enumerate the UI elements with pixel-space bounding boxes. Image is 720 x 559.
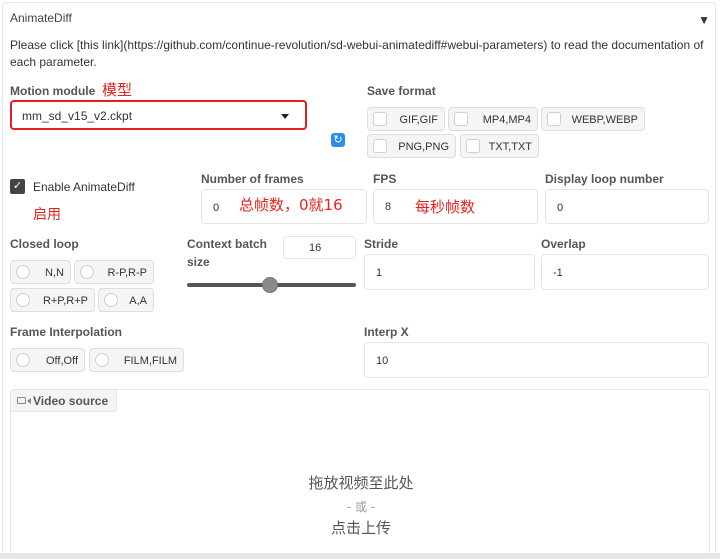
motion-module-value: mm_sd_v15_v2.ckpt (22, 109, 133, 123)
interp-x-label: Interp X (364, 325, 409, 339)
collapse-icon[interactable]: ▼ (698, 13, 710, 27)
save-format-option-webp[interactable]: WEBP,WEBP (541, 107, 645, 131)
overlap-input[interactable]: -1 (541, 254, 709, 290)
radio-icon (16, 293, 30, 307)
motion-module-label: Motion module (10, 84, 96, 98)
checkbox-icon (466, 139, 480, 153)
checkbox-icon (547, 112, 561, 126)
closed-loop-option-rpp[interactable]: R+P,R+P (10, 288, 95, 312)
refresh-icon[interactable]: ↻ (331, 133, 345, 147)
drop-video-text: 拖放视频至此处 (308, 474, 414, 492)
enable-animatediff-checkbox[interactable]: ✓ (10, 179, 25, 194)
radio-icon (104, 293, 118, 307)
context-batch-label: Context batch (187, 237, 268, 251)
frame-interpolation-label: Frame Interpolation (10, 325, 123, 339)
drop-or-text: - 或 - (346, 500, 376, 514)
number-of-frames-label: Number of frames (201, 172, 304, 186)
radio-icon (16, 353, 30, 367)
panel-description: Please click [this link](https://github.… (10, 38, 704, 69)
context-batch-label-2: size (187, 255, 210, 269)
overlap-label: Overlap (541, 237, 586, 251)
save-format-option-png[interactable]: PNG,PNG (367, 134, 456, 158)
frame-interpolation-option-off[interactable]: Off,Off (10, 348, 85, 372)
closed-loop-option-n[interactable]: N,N (10, 260, 71, 284)
checkbox-icon (373, 112, 387, 126)
frame-interpolation-option-film[interactable]: FILM,FILM (89, 348, 184, 372)
closed-loop-option-a[interactable]: A,A (98, 288, 154, 312)
context-batch-input[interactable]: 16 (283, 236, 356, 259)
radio-icon (95, 353, 109, 367)
stride-label: Stride (364, 237, 399, 251)
display-loop-input[interactable]: 0 (545, 189, 709, 224)
context-batch-slider-handle[interactable] (262, 277, 278, 293)
video-camera-icon (17, 397, 31, 404)
fps-annotation: 每秒帧数 (415, 198, 476, 216)
display-loop-label: Display loop number (545, 172, 664, 186)
taskbar (0, 553, 720, 559)
stride-input[interactable]: 1 (364, 254, 535, 290)
save-format-option-txt[interactable]: TXT,TXT (460, 134, 539, 158)
video-source-dropzone[interactable]: Video source 拖放视频至此处 - 或 - 点击上传 (10, 389, 710, 559)
chevron-down-icon (281, 114, 289, 119)
click-upload-text: 点击上传 (330, 519, 391, 537)
checkbox-icon (454, 112, 468, 126)
radio-icon (80, 265, 94, 279)
closed-loop-label: Closed loop (10, 237, 79, 251)
save-format-option-gif[interactable]: GIF,GIF (367, 107, 445, 131)
fps-label: FPS (373, 172, 397, 186)
motion-module-annotation: 模型 (102, 81, 133, 99)
save-format-option-mp4[interactable]: MP4,MP4 (448, 107, 538, 131)
save-format-label: Save format (367, 84, 436, 98)
panel-title[interactable]: AnimateDiff (10, 11, 72, 25)
motion-module-dropdown[interactable]: mm_sd_v15_v2.ckpt (10, 100, 307, 130)
number-of-frames-annotation: 总帧数，0就16 (239, 196, 343, 214)
enable-animatediff-label[interactable]: Enable AnimateDiff (33, 180, 135, 194)
checkbox-icon (373, 139, 387, 153)
radio-icon (16, 265, 30, 279)
enable-annotation: 启用 (33, 207, 61, 223)
interp-x-input[interactable]: 10 (364, 342, 709, 378)
closed-loop-option-rp[interactable]: R-P,R-P (74, 260, 154, 284)
video-source-tab: Video source (11, 390, 118, 412)
